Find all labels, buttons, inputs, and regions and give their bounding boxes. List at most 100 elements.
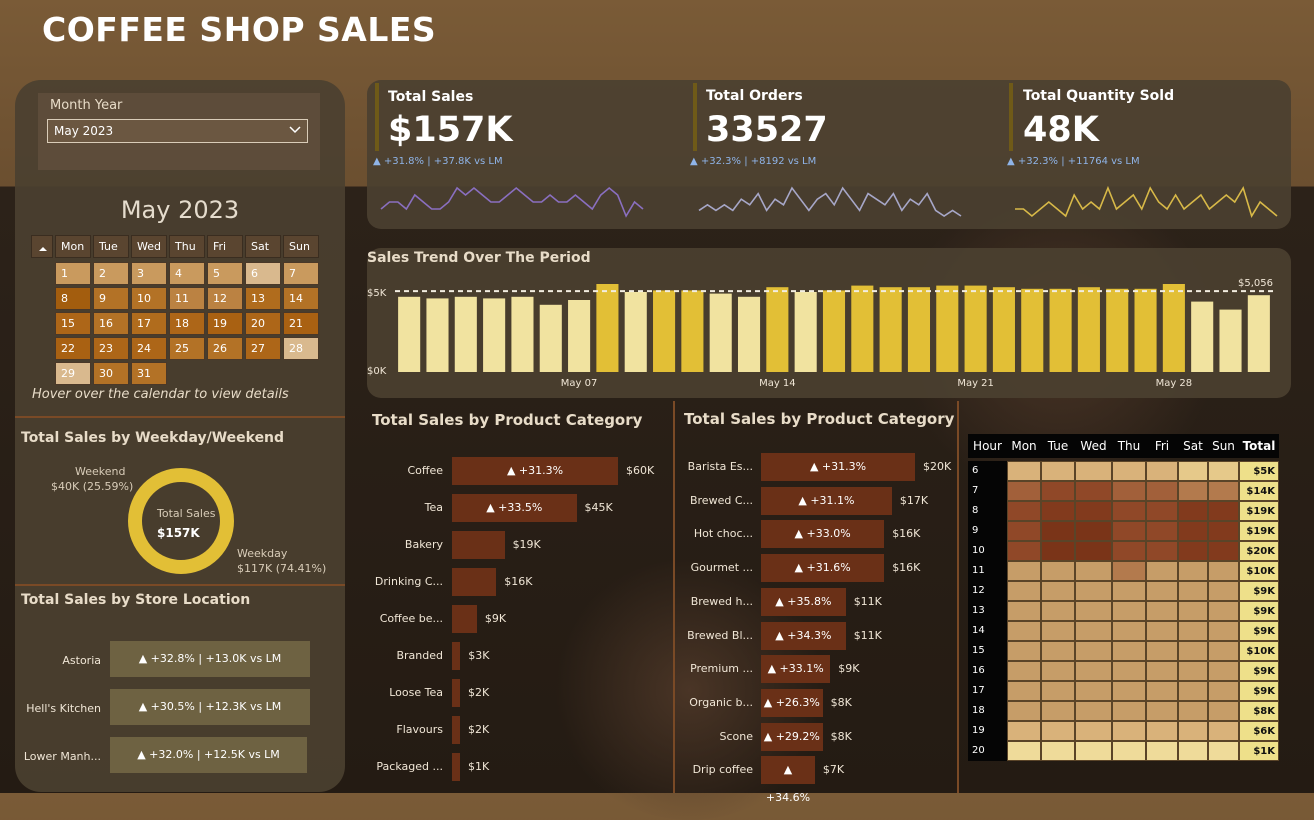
heatmap-cell[interactable] bbox=[1075, 741, 1112, 761]
heatmap-cell[interactable] bbox=[1146, 461, 1178, 481]
trend-bar[interactable] bbox=[1162, 284, 1185, 372]
category-bar[interactable]: ▲ +34.3% bbox=[761, 621, 846, 650]
heatmap-cell[interactable] bbox=[1041, 561, 1075, 581]
store-bar[interactable]: ▲ +32.0% | +12.5K vs LM bbox=[110, 737, 307, 773]
heatmap-cell[interactable] bbox=[1075, 641, 1112, 661]
heatmap-cell[interactable] bbox=[1178, 541, 1208, 561]
calendar-day[interactable]: 9 bbox=[93, 287, 129, 310]
heatmap-cell[interactable] bbox=[1178, 561, 1208, 581]
heatmap-cell[interactable] bbox=[1146, 621, 1178, 641]
heatmap-cell[interactable] bbox=[1208, 461, 1239, 481]
calendar-day[interactable]: 31 bbox=[131, 362, 167, 385]
heatmap-cell[interactable] bbox=[1208, 521, 1239, 541]
heatmap-cell[interactable] bbox=[1112, 541, 1146, 561]
heatmap-cell[interactable] bbox=[1007, 561, 1041, 581]
category-bar[interactable] bbox=[452, 605, 477, 633]
heatmap-cell[interactable] bbox=[1041, 741, 1075, 761]
heatmap-cell[interactable] bbox=[1178, 461, 1208, 481]
heatmap-cell[interactable] bbox=[1075, 581, 1112, 601]
heatmap-cell[interactable] bbox=[1208, 601, 1239, 621]
calendar-day[interactable]: 29 bbox=[55, 362, 91, 385]
category-bar[interactable]: ▲ +33.1% bbox=[761, 655, 831, 684]
category-bar[interactable]: ▲ +35.8% bbox=[761, 587, 846, 616]
heatmap-cell[interactable] bbox=[1112, 501, 1146, 521]
trend-bar[interactable] bbox=[794, 292, 817, 372]
category-bar[interactable] bbox=[452, 531, 505, 559]
kpi-sparkline[interactable] bbox=[697, 180, 963, 220]
heatmap-cell[interactable] bbox=[1112, 701, 1146, 721]
heatmap-cell[interactable] bbox=[1146, 661, 1178, 681]
heatmap-cell[interactable] bbox=[1041, 501, 1075, 521]
category-bar[interactable]: ▲ +26.3% bbox=[761, 688, 823, 717]
calendar-day[interactable]: 6 bbox=[245, 262, 281, 285]
calendar-day[interactable]: 14 bbox=[283, 287, 319, 310]
category-bar[interactable]: ▲ +31.6% bbox=[761, 554, 885, 583]
trend-bar[interactable] bbox=[879, 287, 902, 372]
calendar-collapse-toggle[interactable] bbox=[31, 235, 53, 258]
heatmap-cell[interactable] bbox=[1208, 741, 1239, 761]
heatmap-cell[interactable] bbox=[1075, 721, 1112, 741]
heatmap-cell[interactable] bbox=[1007, 661, 1041, 681]
heatmap-cell[interactable] bbox=[1208, 701, 1239, 721]
heatmap-cell[interactable] bbox=[1075, 501, 1112, 521]
trend-bar[interactable] bbox=[1077, 287, 1100, 372]
trend-bar[interactable] bbox=[398, 296, 421, 372]
trend-bar[interactable] bbox=[936, 285, 959, 372]
heatmap-cell[interactable] bbox=[1112, 461, 1146, 481]
heatmap-cell[interactable] bbox=[1178, 521, 1208, 541]
heatmap-cell[interactable] bbox=[1146, 501, 1178, 521]
heatmap-cell[interactable] bbox=[1178, 661, 1208, 681]
trend-bar[interactable] bbox=[822, 290, 846, 372]
heatmap-cell[interactable] bbox=[1208, 581, 1239, 601]
calendar-day[interactable]: 15 bbox=[55, 312, 91, 335]
calendar-day[interactable]: 22 bbox=[55, 337, 91, 360]
calendar-day[interactable]: 30 bbox=[93, 362, 129, 385]
calendar-day[interactable]: 7 bbox=[283, 262, 319, 285]
heatmap-cell[interactable] bbox=[1178, 601, 1208, 621]
heatmap-cell[interactable] bbox=[1041, 461, 1075, 481]
heatmap-cell[interactable] bbox=[1208, 681, 1239, 701]
heatmap-cell[interactable] bbox=[1007, 741, 1041, 761]
heatmap-cell[interactable] bbox=[1041, 541, 1075, 561]
calendar-day[interactable]: 19 bbox=[207, 312, 243, 335]
heatmap-cell[interactable] bbox=[1178, 621, 1208, 641]
calendar-day[interactable]: 24 bbox=[131, 337, 167, 360]
trend-bar[interactable] bbox=[766, 287, 789, 372]
calendar-day[interactable]: 8 bbox=[55, 287, 91, 310]
heatmap-cell[interactable] bbox=[1007, 641, 1041, 661]
calendar-day[interactable]: 1 bbox=[55, 262, 91, 285]
heatmap-cell[interactable] bbox=[1007, 721, 1041, 741]
calendar-day[interactable]: 25 bbox=[169, 337, 205, 360]
trend-bar[interactable] bbox=[851, 285, 874, 372]
heatmap-cell[interactable] bbox=[1075, 561, 1112, 581]
heatmap-cell[interactable] bbox=[1075, 701, 1112, 721]
category-bar[interactable]: ▲ +29.2% bbox=[761, 722, 823, 751]
heatmap-cell[interactable] bbox=[1178, 721, 1208, 741]
heatmap-cell[interactable] bbox=[1075, 521, 1112, 541]
heatmap-cell[interactable] bbox=[1178, 701, 1208, 721]
heatmap-cell[interactable] bbox=[1112, 481, 1146, 501]
calendar-day[interactable]: 28 bbox=[283, 337, 319, 360]
heatmap-cell[interactable] bbox=[1007, 601, 1041, 621]
store-bar[interactable]: ▲ +32.8% | +13.0K vs LM bbox=[110, 641, 310, 677]
heatmap-cell[interactable] bbox=[1041, 481, 1075, 501]
category-bar[interactable]: ▲ +31.3% bbox=[761, 453, 915, 481]
heatmap-cell[interactable] bbox=[1041, 661, 1075, 681]
calendar-day[interactable]: 21 bbox=[283, 312, 319, 335]
trend-bar[interactable] bbox=[539, 304, 562, 372]
heatmap-cell[interactable] bbox=[1178, 481, 1208, 501]
heatmap-cell[interactable] bbox=[1146, 541, 1178, 561]
heatmap-cell[interactable] bbox=[1146, 481, 1178, 501]
trend-bar[interactable] bbox=[1191, 301, 1214, 372]
heatmap-cell[interactable] bbox=[1146, 641, 1178, 661]
heatmap-cell[interactable] bbox=[1146, 521, 1178, 541]
heatmap-cell[interactable] bbox=[1112, 681, 1146, 701]
heatmap-cell[interactable] bbox=[1146, 681, 1178, 701]
category-bar[interactable]: ▲ +33.0% bbox=[761, 520, 885, 549]
heatmap-cell[interactable] bbox=[1007, 581, 1041, 601]
store-bar[interactable]: ▲ +30.5% | +12.3K vs LM bbox=[110, 689, 310, 725]
heatmap-cell[interactable] bbox=[1178, 641, 1208, 661]
month-year-dropdown[interactable]: May 2023 bbox=[47, 119, 308, 143]
heatmap-cell[interactable] bbox=[1007, 621, 1041, 641]
heatmap-cell[interactable] bbox=[1041, 721, 1075, 741]
